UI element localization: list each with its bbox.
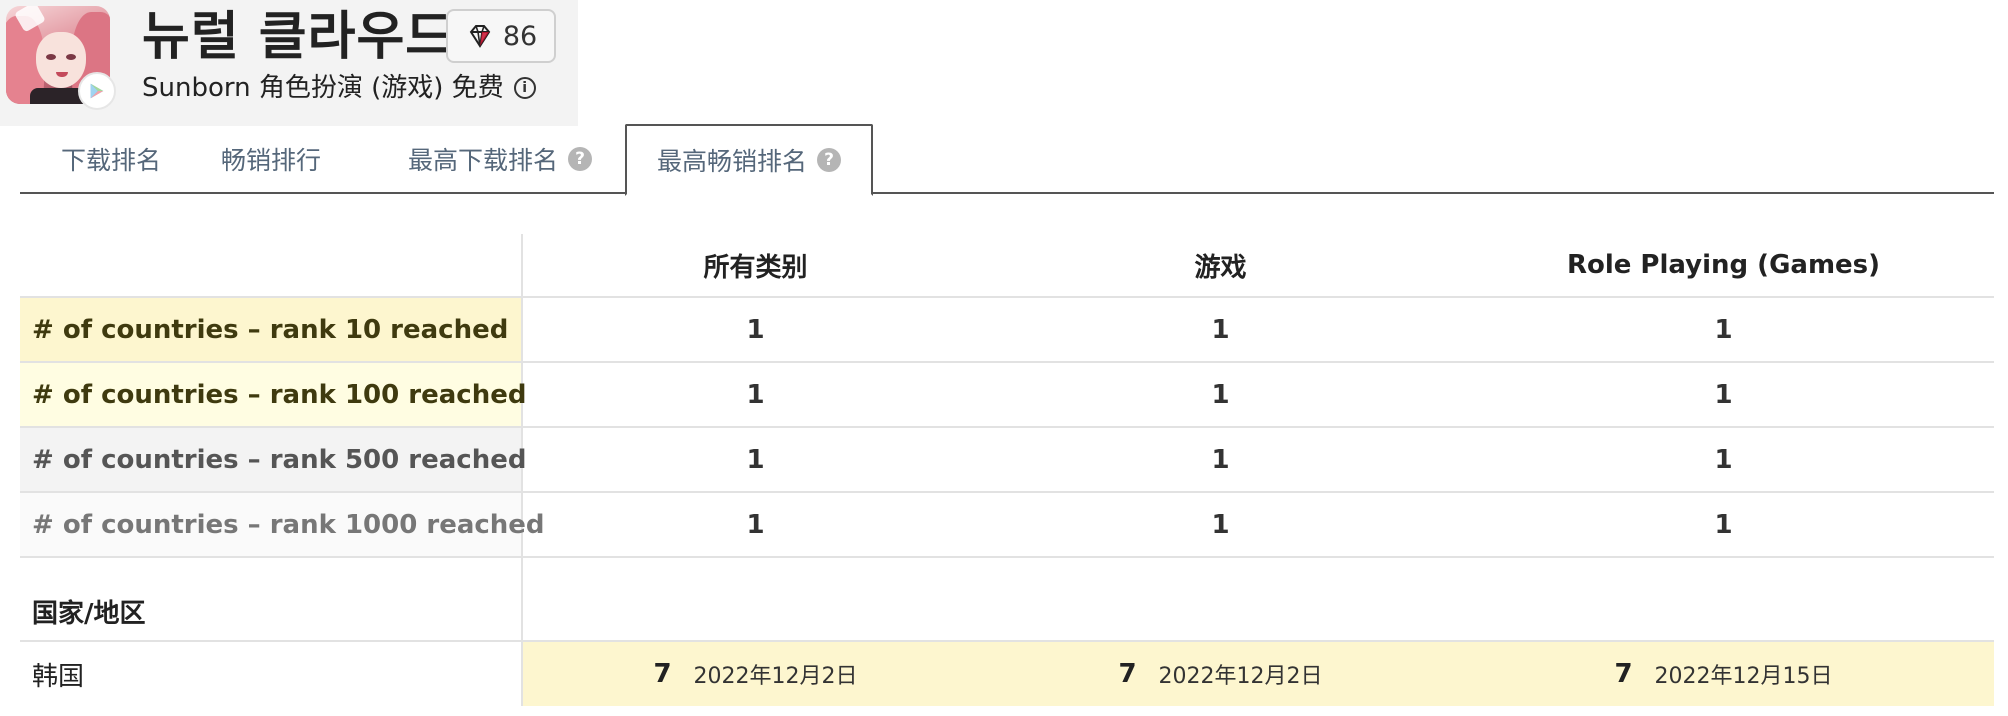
table-cell: 1 — [746, 314, 765, 345]
table-cell: 1 — [1211, 314, 1230, 345]
table-cell: 1 — [746, 379, 765, 410]
rank-date: 2022年12月2日 — [693, 664, 858, 689]
help-icon[interactable]: ? — [817, 148, 841, 172]
region-rank-cells: 7 2022年12月2日 7 2022年12月2日 7 2022年12月15日 — [523, 642, 1994, 706]
rank-cell: 7 2022年12月2日 — [988, 642, 1453, 706]
column-header: 游戏 — [1194, 252, 1247, 283]
app-icon-art — [46, 54, 56, 60]
tab-top-download-rank[interactable]: 最高下载排名 ? — [380, 124, 620, 194]
table-cell: 1 — [1714, 314, 1733, 345]
tab-grossing-rank[interactable]: 畅销排行 — [206, 124, 336, 194]
table-cell: 1 — [746, 444, 765, 475]
row-label: # of countries – rank 10 reached — [20, 298, 523, 361]
table-cell: 1 — [1211, 444, 1230, 475]
table-row: # of countries – rank 10 reached 1 1 1 — [20, 298, 1994, 363]
rank-value: 7 — [653, 659, 672, 689]
column-header: 所有类别 — [703, 252, 808, 283]
table-corner-cell — [20, 234, 523, 296]
row-label: # of countries – rank 500 reached — [20, 428, 526, 491]
app-subtitle: Sunborn 角色扮演 (游戏) 免费 i — [142, 70, 536, 106]
gem-score-badge[interactable]: 86 — [446, 9, 556, 63]
tab-label: 最高畅销排名 — [656, 147, 807, 176]
rank-date: 2022年12月15日 — [1654, 664, 1833, 689]
region-row-korea[interactable]: 韩国 7 2022年12月2日 7 2022年12月2日 7 2022年12月1… — [20, 642, 1994, 706]
region-header-row: 国家/地区 — [20, 558, 1994, 642]
app-icon-art — [66, 54, 76, 60]
app-header: 뉴럴 클라우드 86 Sunborn 角色扮演 (游戏) 免费 i — [0, 0, 578, 126]
tab-top-grossing-rank[interactable]: 最高畅销排名 ? — [625, 124, 873, 196]
rank-cell: 7 2022年12月2日 — [523, 642, 988, 706]
google-play-icon — [78, 72, 116, 110]
table-row: # of countries – rank 500 reached 1 1 1 — [20, 428, 1994, 493]
rank-value: 7 — [1118, 659, 1137, 689]
table-header-row: 所有类别 游戏 Role Playing (Games) — [20, 234, 1994, 298]
tab-label: 畅销排行 — [220, 146, 321, 175]
gem-count: 86 — [502, 20, 538, 52]
tab-bar: 下载排名 畅销排行 最高下载排名 ? 最高畅销排名 ? — [20, 124, 1994, 196]
tab-label: 最高下载排名 — [407, 146, 558, 175]
table-cell: 1 — [1211, 379, 1230, 410]
app-title: 뉴럴 클라우드 — [142, 7, 455, 67]
rank-cell: 7 2022年12月15日 — [1453, 642, 1994, 706]
table-cell: 1 — [1211, 509, 1230, 540]
rank-date: 2022年12月2日 — [1158, 664, 1323, 689]
tab-label: 下载排名 — [60, 146, 161, 175]
help-icon[interactable]: ? — [568, 147, 592, 171]
column-header: Role Playing (Games) — [1566, 250, 1881, 280]
table-row: # of countries – rank 100 reached 1 1 1 — [20, 363, 1994, 428]
row-label: # of countries – rank 100 reached — [20, 363, 526, 426]
region-name: 韩国 — [20, 642, 523, 706]
table-cell: 1 — [1714, 379, 1733, 410]
info-icon[interactable]: i — [513, 77, 536, 99]
app-icon-art — [36, 32, 86, 88]
rank-value: 7 — [1614, 659, 1633, 689]
app-subtitle-text: Sunborn 角色扮演 (游戏) 免费 — [142, 73, 504, 103]
table-row: # of countries – rank 1000 reached 1 1 1 — [20, 493, 1994, 558]
region-header: 国家/地区 — [20, 558, 523, 640]
row-label: # of countries – rank 1000 reached — [20, 493, 545, 556]
tab-download-rank[interactable]: 下载排名 — [46, 124, 176, 194]
table-cell: 1 — [746, 509, 765, 540]
table-cell: 1 — [1714, 509, 1733, 540]
gem-icon — [469, 25, 491, 48]
table-cell: 1 — [1714, 444, 1733, 475]
